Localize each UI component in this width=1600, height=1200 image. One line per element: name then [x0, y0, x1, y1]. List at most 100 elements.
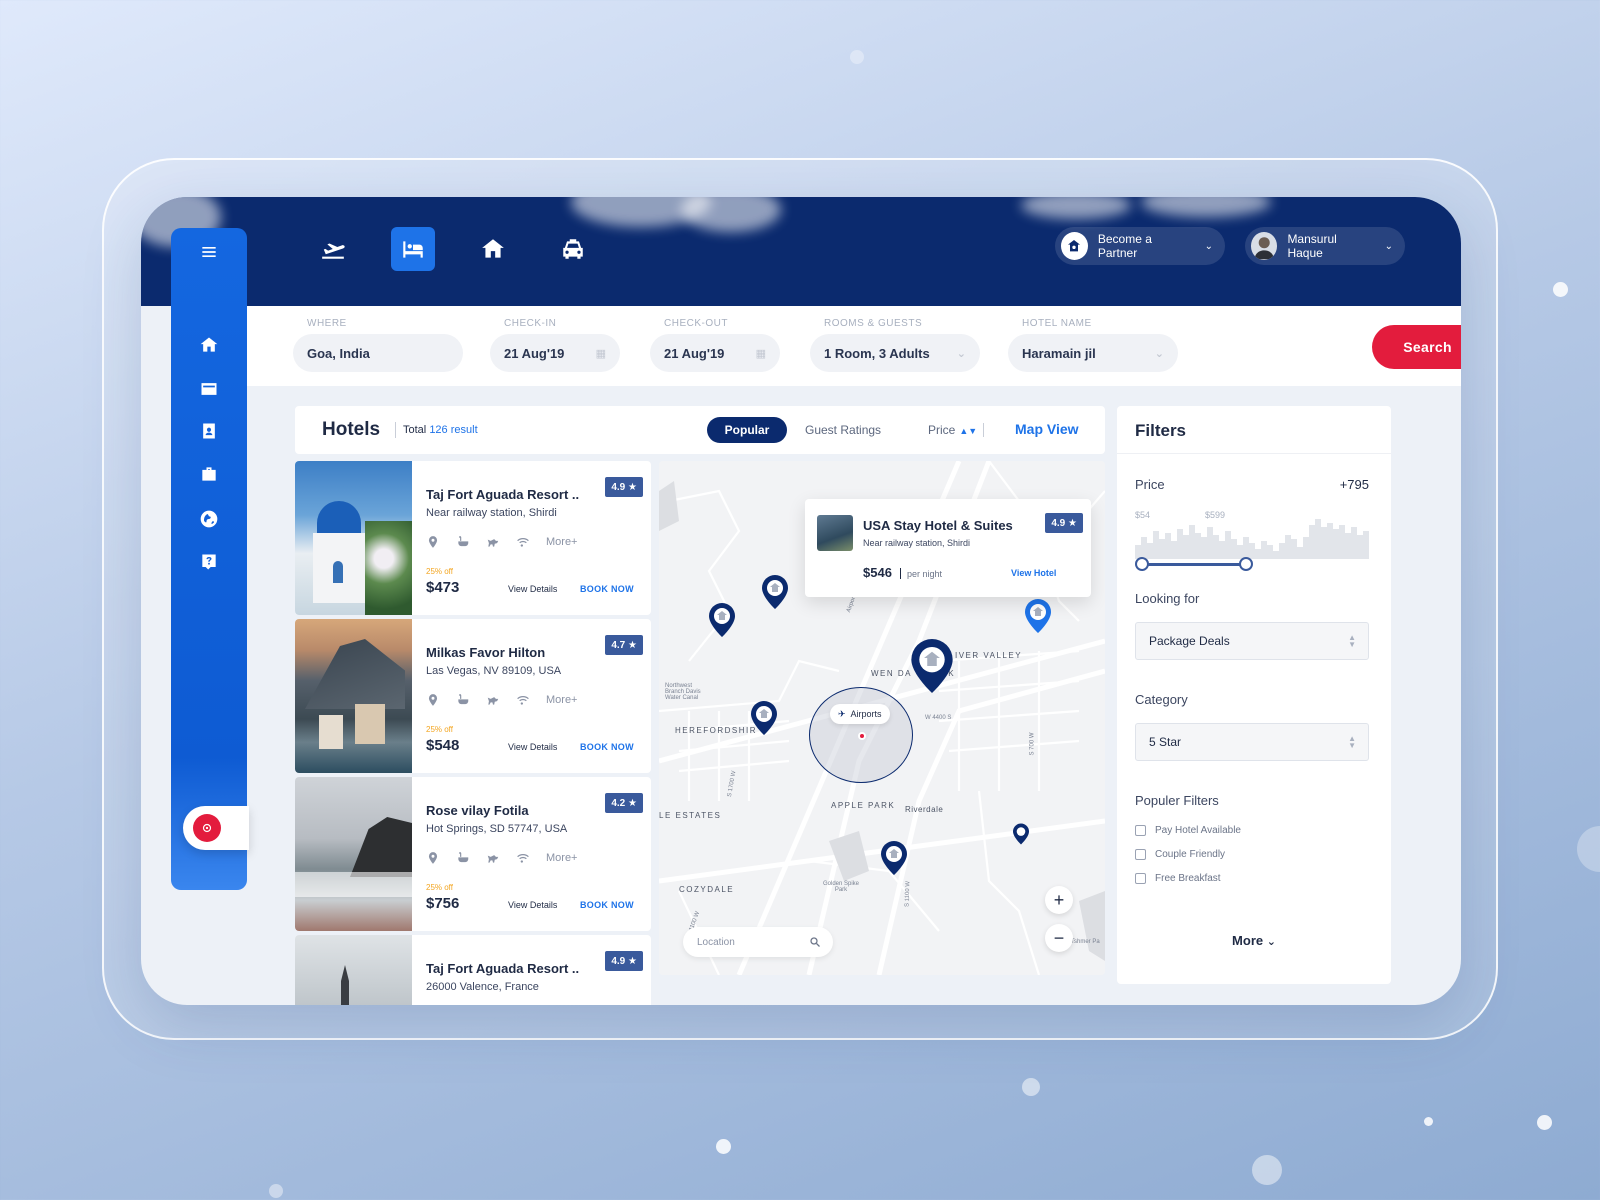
rooms-select[interactable]: 1 Room, 3 Adults ⌄	[810, 334, 980, 372]
wifi-icon	[517, 696, 529, 705]
app-window: Become a Partner ⌄ Mansurul Haque ⌄ WHER…	[141, 197, 1461, 1005]
checkbox[interactable]	[1135, 849, 1146, 860]
sidebar-item-help[interactable]	[197, 550, 221, 574]
bubble	[1577, 826, 1600, 872]
calendar-icon: ▦	[595, 347, 606, 360]
popup-per-night: per night	[907, 569, 943, 579]
hotel-tab[interactable]	[391, 227, 435, 271]
price-max-handle[interactable]	[1239, 557, 1253, 571]
filter-couple-friendly[interactable]: Couple Friendly	[1135, 849, 1225, 860]
hotel-address: Near railway station, Shirdi	[426, 507, 557, 519]
map-label: IVER VALLEY	[955, 651, 1023, 660]
results-header: Hotels Total 126 result Popular Guest Ra…	[295, 406, 1105, 454]
zoom-in-button[interactable]: +	[1045, 886, 1073, 914]
checkout-input[interactable]: 21 Aug'19 ▦	[650, 334, 780, 372]
wifi-icon	[517, 538, 529, 547]
airport-area[interactable]: ✈ Airports	[809, 687, 913, 783]
mode-toggle[interactable]	[183, 806, 249, 850]
calendar-icon: ▦	[755, 347, 766, 360]
airport-tag-label: Airports	[850, 709, 882, 719]
hotel-pin[interactable]	[1025, 599, 1051, 633]
filter-free-breakfast[interactable]: Free Breakfast	[1135, 873, 1221, 884]
flight-icon	[322, 243, 345, 259]
hotel-card[interactable]: Rose vilay Fotila Hot Springs, SD 57747,…	[295, 777, 651, 931]
view-details-link[interactable]: View Details	[508, 584, 557, 594]
checkin-input[interactable]: 21 Aug'19 ▦	[490, 334, 620, 372]
hotel-pin[interactable]	[762, 575, 788, 609]
sort-popular-button[interactable]: Popular	[707, 417, 787, 443]
cloud-decoration	[681, 197, 781, 232]
hotel-pin[interactable]	[709, 603, 735, 637]
amenities-more-link[interactable]: More+	[546, 852, 578, 864]
looking-for-value: Package Deals	[1149, 634, 1230, 648]
hotel-name: Milkas Favor Hilton	[426, 645, 546, 660]
book-now-button[interactable]: BOOK NOW	[580, 742, 634, 752]
book-now-button[interactable]: BOOK NOW	[580, 584, 634, 594]
hotel-map[interactable]: IVER VALLEY WEN DA RK HEREFORDSHIR LE ES…	[659, 461, 1105, 975]
book-now-button[interactable]: BOOK NOW	[580, 900, 634, 910]
hotel-image	[295, 461, 412, 615]
checkbox[interactable]	[1135, 873, 1146, 884]
map-view-link[interactable]: Map View	[1015, 421, 1079, 437]
location-placeholder: Location	[697, 936, 735, 948]
hotel-name-select[interactable]: Haramain jil ⌄	[1008, 334, 1178, 372]
filters-panel: Filters Price +795 $54 $599 Looking for …	[1117, 406, 1391, 984]
where-input[interactable]: Goa, India	[293, 334, 463, 372]
checkin-value: 21 Aug'19	[504, 345, 565, 361]
hotel-pin[interactable]	[1013, 823, 1029, 845]
hotel-pin[interactable]	[881, 841, 907, 875]
where-value: Goa, India	[307, 345, 370, 361]
sort-price-button[interactable]: Price ▲▼	[928, 423, 977, 437]
looking-for-select[interactable]: Package Deals ▲ ▼	[1135, 622, 1369, 660]
user-menu-button[interactable]: Mansurul Haque ⌄	[1245, 227, 1405, 265]
checkout-value: 21 Aug'19	[664, 345, 725, 361]
category-select[interactable]: 5 Star ▲ ▼	[1135, 723, 1369, 761]
hotel-image	[295, 777, 412, 931]
sidebar-item-explore[interactable]	[197, 507, 221, 531]
chevron-down-icon: ⌄	[1384, 240, 1393, 252]
view-details-link[interactable]: View Details	[508, 900, 557, 910]
bathtub-icon	[458, 694, 469, 705]
hotel-pin[interactable]	[751, 701, 777, 735]
hotel-price: $756	[426, 895, 460, 912]
sidebar-item-contacts[interactable]	[197, 419, 221, 443]
car-tab[interactable]	[551, 227, 595, 271]
card-icon	[201, 383, 217, 395]
flight-tab[interactable]	[311, 227, 355, 271]
sidebar-item-home[interactable]	[197, 333, 221, 357]
checkout-label: CHECK-OUT	[664, 318, 728, 329]
home-tab[interactable]	[471, 227, 515, 271]
pet-icon	[487, 539, 499, 547]
amenities: More+	[426, 693, 578, 707]
hotel-image	[295, 619, 412, 773]
map-location-search[interactable]: Location	[683, 927, 833, 957]
checkbox-label: Free Breakfast	[1155, 873, 1221, 884]
hotel-card[interactable]: Taj Fort Aguada Resort .. Near railway s…	[295, 461, 651, 615]
map-hotel-popup[interactable]: USA Stay Hotel & Suites Near railway sta…	[805, 499, 1091, 597]
search-hotel-button[interactable]: Search Hotel	[1372, 325, 1461, 369]
amenities-more-link[interactable]: More+	[546, 694, 578, 706]
hotel-card[interactable]: Milkas Favor Hilton Las Vegas, NV 89109,…	[295, 619, 651, 773]
become-partner-button[interactable]: Become a Partner ⌄	[1055, 227, 1225, 265]
amenities-more-link[interactable]: More+	[546, 536, 578, 548]
home-icon	[482, 239, 504, 258]
sidebar-item-trips[interactable]	[197, 462, 221, 486]
hotel-card[interactable]: Taj Fort Aguada Resort .. 26000 Valence,…	[295, 935, 651, 1005]
location-icon	[428, 852, 438, 864]
checkbox[interactable]	[1135, 825, 1146, 836]
view-details-link[interactable]: View Details	[508, 742, 557, 752]
more-filters-button[interactable]: More ⌄	[1117, 933, 1391, 948]
zoom-out-button[interactable]: −	[1045, 924, 1073, 952]
divider	[983, 423, 984, 437]
search-bar: WHERE Goa, India CHECK-IN 21 Aug'19 ▦ CH…	[247, 306, 1461, 386]
price-min-handle[interactable]	[1135, 557, 1149, 571]
view-hotel-link[interactable]: View Hotel	[1011, 568, 1056, 578]
popup-rating-badge: 4.9 ★	[1045, 513, 1083, 533]
menu-button[interactable]	[197, 240, 221, 264]
bubble	[1022, 1078, 1040, 1096]
price-histogram	[1135, 519, 1369, 559]
hotel-pin-selected[interactable]	[911, 639, 953, 693]
filter-pay-hotel[interactable]: Pay Hotel Available	[1135, 825, 1241, 836]
sort-guest-ratings-button[interactable]: Guest Ratings	[805, 423, 881, 437]
sidebar-item-payments[interactable]	[197, 377, 221, 401]
